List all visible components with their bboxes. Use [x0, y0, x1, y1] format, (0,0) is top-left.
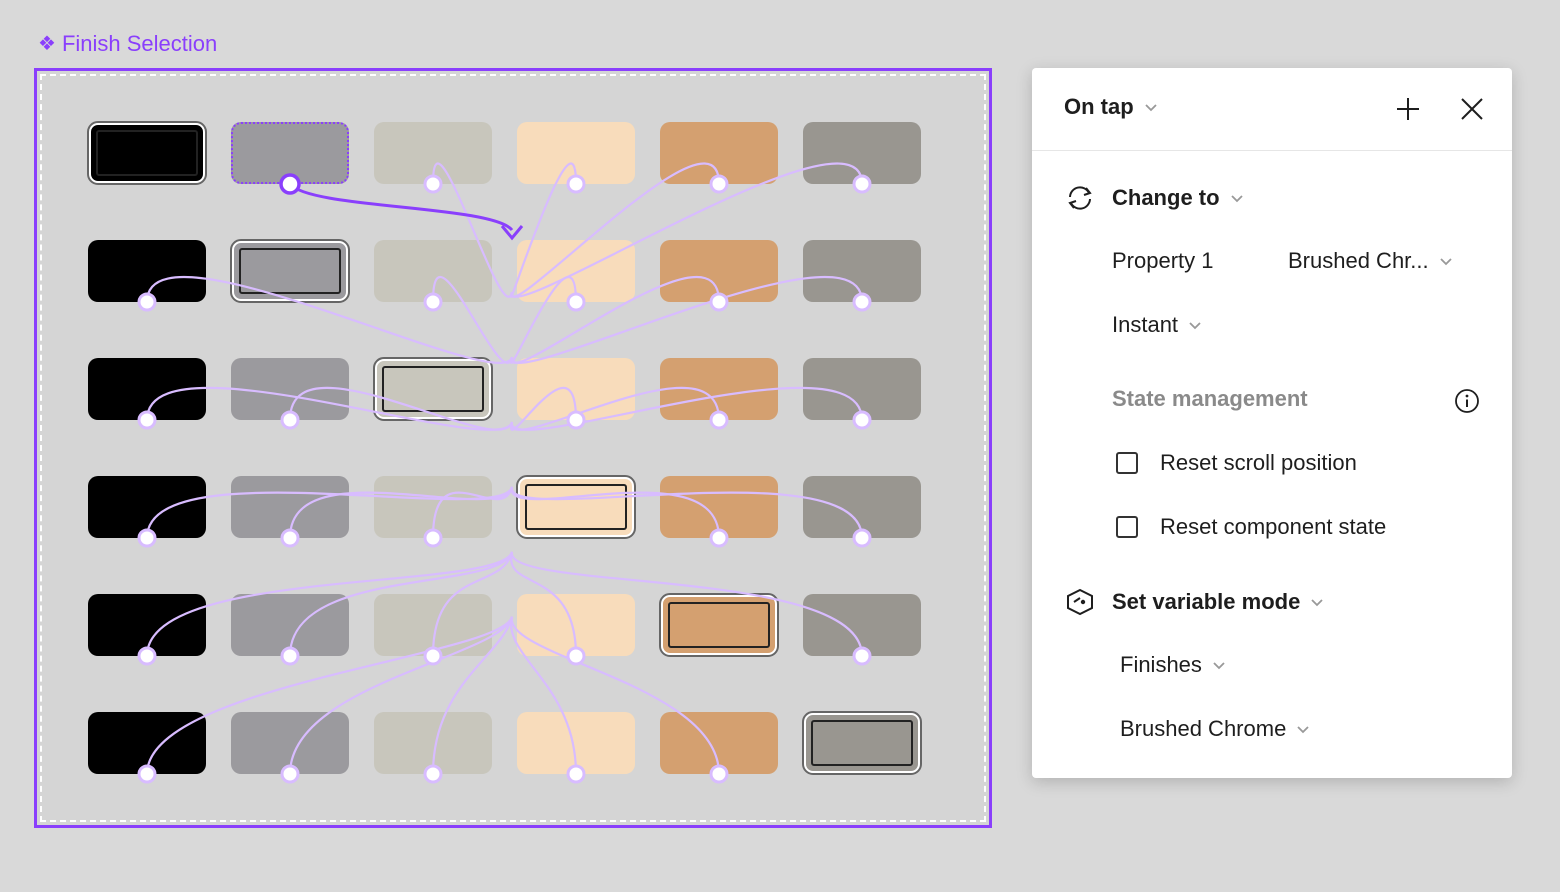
variant-swatch[interactable] [373, 357, 493, 421]
variant-swatch[interactable] [88, 712, 206, 774]
close-button[interactable] [1455, 92, 1489, 126]
action-label: Change to [1112, 185, 1220, 210]
trigger-dropdown[interactable]: On tap [1064, 94, 1158, 120]
reset-scroll-checkbox[interactable] [1116, 452, 1138, 474]
reset-scroll-option[interactable]: Reset scroll position [1116, 450, 1357, 476]
variant-swatch[interactable] [374, 122, 492, 184]
animation-value: Instant [1112, 312, 1179, 337]
info-button[interactable] [1450, 384, 1484, 418]
state-management-label: State management [1112, 386, 1308, 411]
chevron-down-icon [1189, 322, 1201, 330]
variable-mode-label: Set variable mode [1112, 589, 1301, 614]
animation-dropdown[interactable]: Instant [1112, 312, 1202, 338]
change-to-icon [1068, 186, 1092, 210]
frame-label[interactable]: ❖ Finish Selection [38, 30, 217, 58]
property-name: Property 1 [1112, 248, 1214, 273]
variant-swatch[interactable] [802, 711, 922, 775]
reset-scroll-label: Reset scroll position [1160, 450, 1357, 475]
variant-swatch[interactable] [374, 594, 492, 656]
property-value: Brushed Chr... [1288, 248, 1429, 273]
variant-swatch[interactable] [231, 358, 349, 420]
chevron-down-icon [1311, 599, 1323, 607]
chevron-down-icon [1440, 258, 1452, 266]
variant-swatch[interactable] [516, 475, 636, 539]
variant-swatch[interactable] [803, 122, 921, 184]
variant-swatch[interactable] [660, 712, 778, 774]
reset-component-option[interactable]: Reset component state [1116, 514, 1386, 540]
variant-swatch[interactable] [803, 240, 921, 302]
variant-swatch[interactable] [87, 121, 207, 185]
interaction-panel: On tap Change to Property 1 Brushed Chr.… [1032, 68, 1512, 778]
variable-mode-icon [1067, 588, 1093, 616]
collection-value: Finishes [1120, 652, 1202, 677]
plus-icon [1397, 98, 1419, 120]
variant-swatch[interactable] [660, 358, 778, 420]
chevron-down-icon [1145, 104, 1157, 112]
variant-swatch[interactable] [660, 476, 778, 538]
reset-component-label: Reset component state [1160, 514, 1387, 539]
variant-swatch[interactable] [88, 476, 206, 538]
reset-component-checkbox[interactable] [1116, 516, 1138, 538]
info-icon [1455, 389, 1479, 413]
trigger-label: On tap [1064, 94, 1134, 119]
property-value-dropdown[interactable]: Brushed Chr... [1288, 248, 1453, 274]
collection-dropdown[interactable]: Finishes [1120, 652, 1226, 678]
panel-header: On tap [1032, 68, 1512, 151]
close-icon [1461, 98, 1483, 120]
chevron-down-icon [1297, 726, 1309, 734]
component-icon: ❖ [38, 33, 56, 55]
variable-mode-row[interactable]: Set variable mode [1064, 588, 1324, 616]
variant-swatch[interactable] [660, 240, 778, 302]
variant-swatch[interactable] [517, 594, 635, 656]
variant-swatch[interactable] [231, 712, 349, 774]
frame-dashed-border [40, 74, 986, 822]
variant-swatch[interactable] [660, 122, 778, 184]
mode-value: Brushed Chrome [1120, 716, 1287, 741]
variant-swatch[interactable] [374, 240, 492, 302]
variant-swatch[interactable] [659, 593, 779, 657]
variant-swatch[interactable] [374, 712, 492, 774]
add-action-button[interactable] [1391, 92, 1425, 126]
variant-swatch[interactable] [88, 358, 206, 420]
variant-swatch[interactable] [231, 476, 349, 538]
variant-swatch[interactable] [803, 594, 921, 656]
variant-swatch[interactable] [231, 122, 349, 184]
variant-swatch[interactable] [230, 239, 350, 303]
variant-swatch[interactable] [88, 240, 206, 302]
mode-dropdown[interactable]: Brushed Chrome [1120, 716, 1310, 742]
variant-swatch[interactable] [803, 476, 921, 538]
variant-swatch[interactable] [517, 712, 635, 774]
variant-swatch[interactable] [231, 594, 349, 656]
variant-swatch[interactable] [517, 240, 635, 302]
variant-swatch[interactable] [517, 358, 635, 420]
chevron-down-icon [1213, 662, 1225, 670]
chevron-down-icon [1230, 195, 1243, 203]
property-label: Property 1 [1112, 248, 1214, 274]
variant-swatch[interactable] [803, 358, 921, 420]
frame-label-text: Finish Selection [61, 31, 218, 56]
state-management-heading: State management [1112, 386, 1308, 412]
variant-swatch[interactable] [88, 594, 206, 656]
variant-swatch[interactable] [374, 476, 492, 538]
action-row[interactable]: Change to [1064, 184, 1244, 212]
variant-swatch[interactable] [517, 122, 635, 184]
